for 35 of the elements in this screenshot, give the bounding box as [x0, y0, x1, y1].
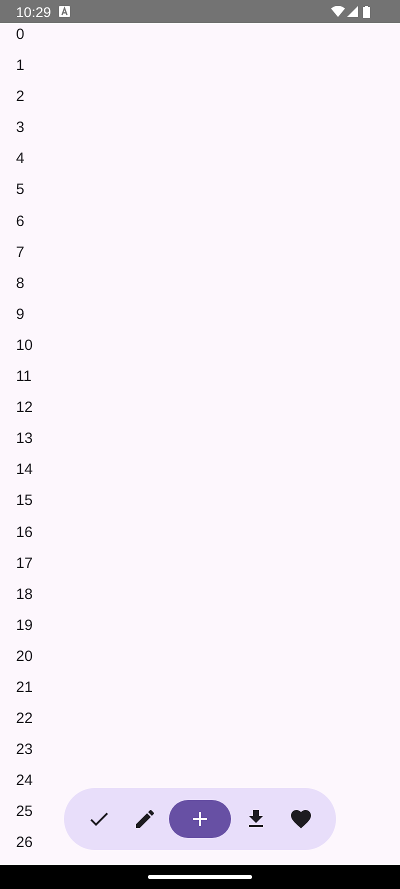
list-item: 13: [15, 429, 34, 450]
wifi-icon: [331, 6, 345, 17]
list-item: 16: [15, 522, 34, 542]
list-item: 17: [15, 554, 34, 574]
list-item: 23: [15, 740, 34, 760]
list-item: 21: [15, 678, 34, 698]
list-item: 5: [15, 180, 26, 200]
list-item: 0: [15, 25, 26, 45]
list-item: 19: [15, 616, 34, 636]
notification-icon: [59, 6, 70, 17]
list-item: 22: [15, 709, 34, 730]
list-item: 6: [15, 212, 26, 232]
list-item: 3: [15, 118, 26, 138]
list-item: 8: [15, 274, 26, 294]
list-item: 10: [15, 336, 34, 356]
list-item: 18: [15, 584, 34, 605]
status-time: 10:29: [16, 4, 52, 20]
heart-icon: [289, 807, 313, 831]
list-item: 1: [15, 56, 26, 76]
list-item: 26: [15, 833, 34, 854]
list-item: 11: [15, 367, 33, 388]
list-item: 25: [15, 802, 34, 822]
signal-icon: [347, 6, 358, 17]
list-item: 24: [15, 771, 34, 792]
list-item: 14: [15, 460, 34, 480]
list-item: 2: [15, 87, 26, 108]
list-item: 15: [15, 491, 34, 512]
list-item: 12: [15, 398, 34, 418]
battery-icon: [363, 6, 370, 18]
list-item: 4: [15, 149, 26, 170]
add-button[interactable]: [169, 800, 231, 838]
home-handle[interactable]: [148, 875, 252, 879]
list-item: 7: [15, 242, 26, 263]
list-item: 20: [15, 646, 34, 667]
list-item: 9: [15, 304, 26, 325]
